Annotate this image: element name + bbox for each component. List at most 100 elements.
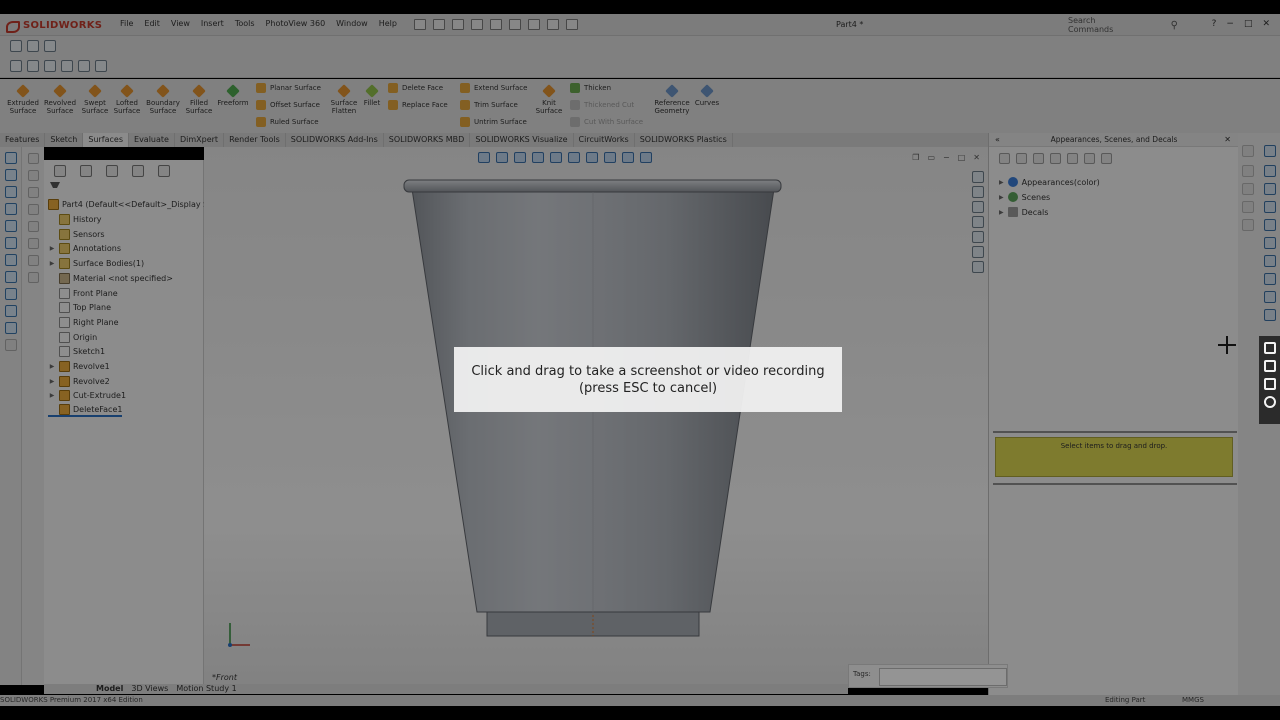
cup-model[interactable] (204, 147, 988, 684)
tool-f-icon[interactable] (27, 238, 39, 249)
search-icon[interactable]: ⚲ (1171, 20, 1178, 31)
rt-tool-5-icon[interactable] (1264, 183, 1276, 195)
tree-item[interactable]: Right Plane (48, 316, 119, 329)
maximize-button[interactable]: □ (1244, 19, 1253, 29)
grid-icon[interactable] (95, 60, 107, 72)
file-explorer-icon[interactable] (972, 216, 984, 228)
surface-flatten-button[interactable]: Surface Flatten (326, 84, 362, 115)
expand-scenes-icon[interactable]: ▶ (999, 194, 1004, 201)
tab-dimxpert[interactable]: DimXpert (175, 133, 225, 147)
trim-surface-button[interactable]: Trim Surface (460, 99, 518, 111)
filled-surface-button[interactable]: Filled Surface (180, 84, 218, 115)
line-icon[interactable] (4, 186, 17, 198)
tab-3d-views[interactable]: 3D Views (131, 684, 168, 694)
view-icon[interactable] (27, 60, 39, 72)
tree-item[interactable]: ▶ Cut-Extrude1 (48, 389, 126, 402)
expand-decals-icon[interactable]: ▶ (999, 209, 1004, 216)
tool-e-icon[interactable] (27, 221, 39, 232)
sketch-tool-icon[interactable] (4, 169, 17, 181)
cut-with-surface-button[interactable]: Cut With Surface (570, 116, 643, 128)
spline-tool-icon[interactable] (4, 254, 17, 266)
search-commands[interactable]: Search Commands ⚲ (1068, 16, 1178, 34)
tab-evaluate[interactable]: Evaluate (129, 133, 175, 147)
rt-tool-8-icon[interactable] (1242, 219, 1254, 231)
rt-tool-2-icon[interactable] (1242, 165, 1254, 177)
curves-button[interactable]: Curves (692, 84, 722, 107)
rt-tool-14-icon[interactable] (1264, 309, 1276, 321)
snapshot-icon[interactable] (27, 40, 39, 52)
tab-render-tools[interactable]: Render Tools (224, 133, 286, 147)
knit-surface-button[interactable]: Knit Surface (532, 84, 566, 115)
offset-surface-button[interactable]: Offset Surface (256, 99, 320, 111)
feature-manager-tab-icon[interactable] (54, 165, 66, 177)
minimize-button[interactable]: − (1226, 19, 1234, 29)
tab-motion-study[interactable]: Motion Study 1 (176, 684, 236, 694)
tab-mbd[interactable]: SOLIDWORKS MBD (384, 133, 471, 147)
decals-item[interactable]: ▶ Decals (999, 207, 1048, 217)
tab-plastics[interactable]: SOLIDWORKS Plastics (635, 133, 733, 147)
tree-item[interactable]: Front Plane (48, 287, 118, 300)
replace-face-button[interactable]: Replace Face (388, 99, 448, 111)
tool-d-icon[interactable] (27, 204, 39, 215)
rt-tool-10-icon[interactable] (1264, 237, 1276, 249)
rt-tool-6-icon[interactable] (1242, 201, 1254, 213)
close-button[interactable]: ✕ (1262, 19, 1270, 29)
rt-appearance-icon[interactable] (1264, 145, 1276, 157)
spline-icon[interactable] (61, 60, 73, 72)
tab-addins[interactable]: SOLIDWORKS Add-Ins (286, 133, 384, 147)
tab-sketch[interactable]: Sketch (45, 133, 84, 147)
pin-icon[interactable]: ✕ (1224, 135, 1231, 144)
menu-insert[interactable]: Insert (201, 19, 224, 28)
tree-root[interactable]: Part4 (Default<<Default>_Display State (48, 198, 224, 211)
solidworks-logo[interactable]: SOLIDWORKS (6, 18, 102, 33)
rt-tool-13-icon[interactable] (1264, 291, 1276, 303)
tree-item[interactable]: ▶ Revolve2 (48, 375, 110, 388)
freeform-button[interactable]: Freeform (214, 84, 252, 107)
select-icon[interactable] (509, 19, 521, 30)
undo-icon[interactable] (490, 19, 502, 30)
appearances-tab-icon[interactable] (972, 231, 984, 243)
tool-a-icon[interactable] (27, 153, 39, 164)
circle-icon[interactable] (4, 220, 17, 232)
sketch-icon[interactable] (10, 60, 22, 72)
camera-icon[interactable] (10, 40, 22, 52)
menu-file[interactable]: File (120, 19, 133, 28)
tree-item[interactable]: ▶ Annotations (48, 242, 121, 255)
save-icon[interactable] (452, 19, 464, 30)
expand-arrow-icon[interactable]: ▶ (48, 363, 56, 370)
tree-item[interactable]: Sensors (48, 228, 105, 241)
property-manager-tab-icon[interactable] (80, 165, 92, 177)
options-gear-icon[interactable] (566, 19, 578, 30)
rt-tool-1-icon[interactable] (1242, 145, 1254, 157)
expand-arrow-icon[interactable]: ▶ (48, 245, 56, 252)
expand-arrow-icon[interactable]: ▶ (48, 392, 56, 399)
layer-icon[interactable] (44, 40, 56, 52)
measure-icon[interactable] (4, 339, 17, 351)
tab-features[interactable]: Features (0, 133, 46, 147)
file-properties-icon[interactable] (547, 19, 559, 30)
menu-window[interactable]: Window (336, 19, 368, 28)
rt-tool-11-icon[interactable] (1264, 255, 1276, 267)
menu-edit[interactable]: Edit (144, 19, 160, 28)
gallery-icon[interactable] (1263, 378, 1276, 390)
rt-tool-9-icon[interactable] (1264, 219, 1276, 231)
tree-item[interactable]: Top Plane (48, 301, 111, 314)
folder-icon[interactable] (1050, 153, 1061, 164)
open-icon[interactable] (433, 19, 445, 30)
forum-icon[interactable] (972, 261, 984, 273)
capture-settings-gear-icon[interactable] (1263, 396, 1276, 408)
display-manager-tab-icon[interactable] (158, 165, 170, 177)
expand-arrow-icon[interactable]: ▶ (48, 378, 56, 385)
cut-tool-icon[interactable] (4, 305, 17, 317)
filter-icon[interactable] (50, 182, 60, 192)
menu-tools[interactable]: Tools (235, 19, 255, 28)
fillet-tool-icon[interactable] (4, 322, 17, 334)
thickened-cut-button[interactable]: Thickened Cut (570, 99, 634, 111)
tree-item[interactable]: History (48, 213, 101, 226)
ruled-surface-button[interactable]: Ruled Surface (256, 116, 319, 128)
screenshot-camera-icon[interactable] (1263, 342, 1276, 354)
extend-surface-button[interactable]: Extend Surface (460, 82, 527, 94)
configuration-manager-tab-icon[interactable] (106, 165, 118, 177)
reference-geometry-button[interactable]: Reference Geometry (652, 84, 692, 115)
up-icon[interactable] (1101, 153, 1112, 164)
